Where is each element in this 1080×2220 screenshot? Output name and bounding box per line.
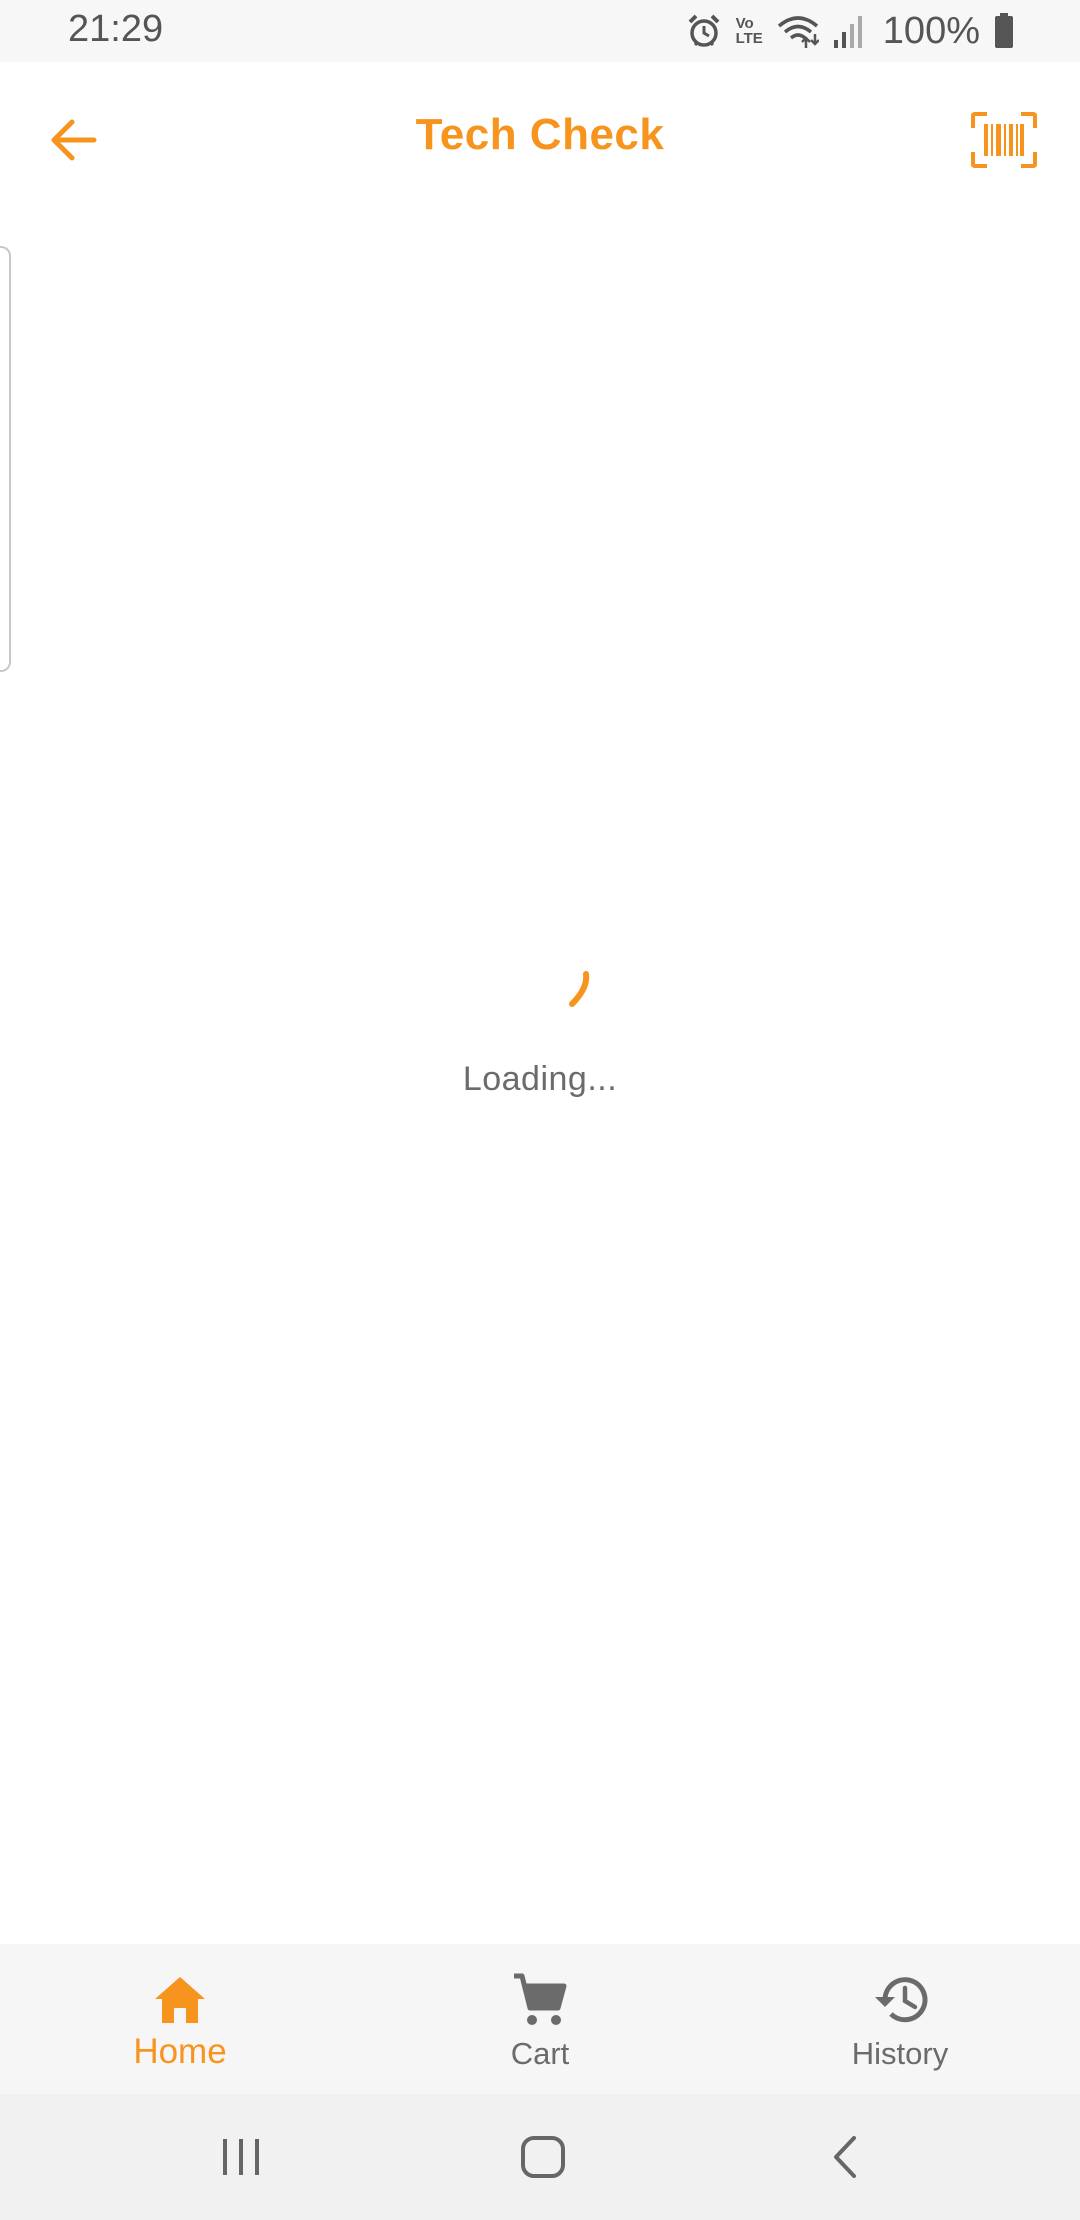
- bottom-navigation: Home Cart History: [0, 1944, 1080, 2094]
- status-icons: Vo LTE 100%: [686, 10, 1014, 52]
- app-bar: Tech Check: [0, 62, 1080, 214]
- system-home-button[interactable]: [510, 2124, 576, 2190]
- nav-label-home: Home: [133, 2032, 227, 2071]
- loading-text: Loading...: [462, 1060, 618, 1098]
- nav-item-home[interactable]: Home: [0, 1944, 360, 2094]
- recent-apps-icon: [223, 2139, 259, 2175]
- volte-icon: Vo LTE: [736, 16, 763, 46]
- system-navigation-bar: [0, 2094, 1080, 2220]
- cart-icon: [510, 1970, 570, 2030]
- history-icon: [870, 1970, 930, 2030]
- nav-item-cart[interactable]: Cart: [360, 1944, 720, 2094]
- loading-spinner: [569, 971, 590, 1007]
- signal-icon: [833, 16, 862, 48]
- system-back-button[interactable]: [812, 2124, 878, 2190]
- battery-icon: [995, 13, 1013, 48]
- wifi-icon: [777, 16, 819, 48]
- volte-label-top: Vo: [735, 15, 754, 32]
- back-chevron-icon: [834, 2136, 856, 2178]
- recent-apps-button[interactable]: [208, 2124, 274, 2190]
- nav-label-history: History: [851, 2036, 949, 2071]
- home-circle-icon: [521, 2136, 565, 2178]
- status-time: 21:29: [68, 8, 164, 50]
- nav-label-cart: Cart: [510, 2036, 570, 2071]
- home-icon: [150, 1970, 210, 2030]
- barcode-scan-icon: [971, 112, 1037, 168]
- page-title: Tech Check: [415, 110, 665, 159]
- battery-percentage: 100%: [882, 9, 980, 52]
- nav-item-history[interactable]: History: [720, 1944, 1080, 2094]
- barcode-scan-button[interactable]: [964, 100, 1044, 180]
- status-bar: 21:29 Vo LTE 100%: [0, 0, 1080, 62]
- side-drawer-handle[interactable]: [0, 246, 11, 672]
- volte-label-bottom: LTE: [735, 30, 763, 47]
- alarm-icon: [688, 14, 719, 47]
